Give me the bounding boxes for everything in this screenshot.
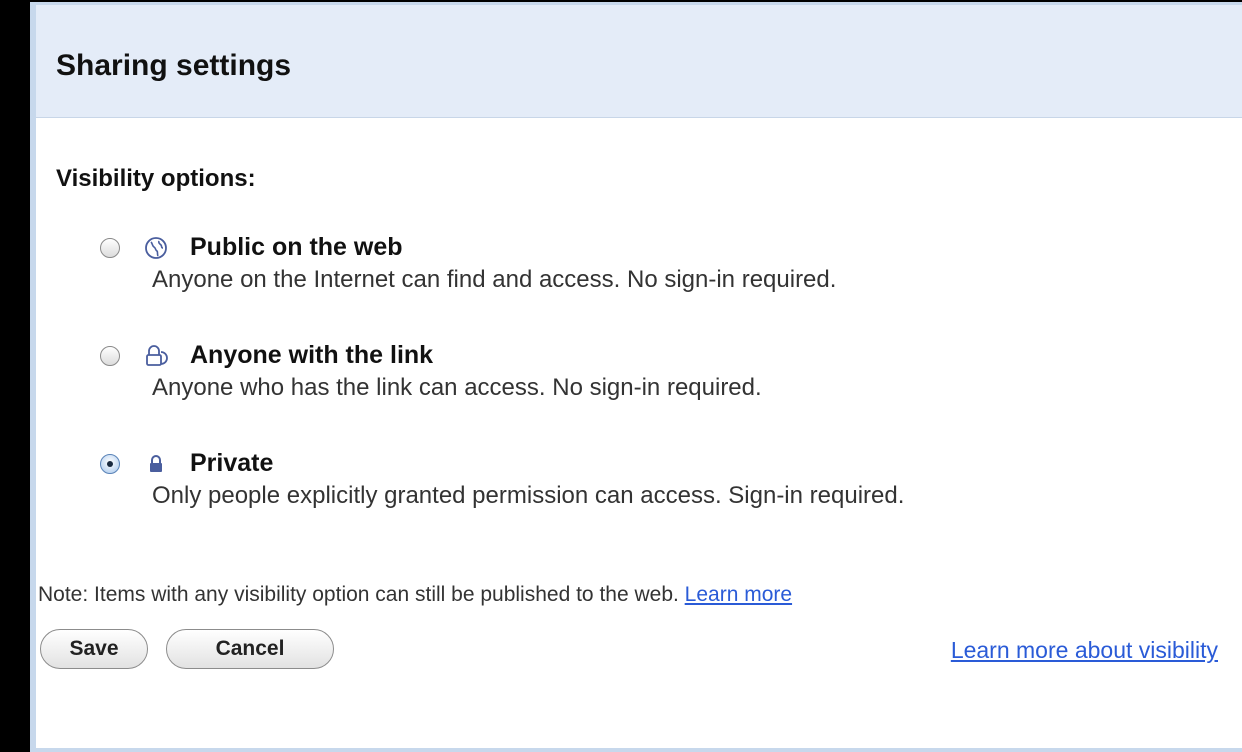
option-description: Anyone who has the link can access. No s…	[152, 374, 762, 401]
save-button[interactable]: Save	[40, 629, 148, 669]
radio-public-on-the-web[interactable]	[100, 238, 120, 258]
option-description: Only people explicitly granted permissio…	[152, 482, 905, 509]
option-label: Private	[190, 449, 274, 477]
globe-icon	[145, 237, 167, 259]
learn-more-link[interactable]: Learn more	[685, 583, 792, 606]
option-label: Anyone with the link	[190, 341, 434, 369]
option-private[interactable]: Private Only people explicitly granted p…	[100, 445, 1220, 525]
learn-more-about-visibility-link[interactable]: Learn more about visibility	[951, 637, 1218, 664]
sharing-settings-dialog: Sharing settings Visibility options: Pub…	[30, 2, 1242, 752]
option-label: Public on the web	[190, 233, 403, 261]
lock-icon	[150, 455, 162, 472]
option-description: Anyone on the Internet can find and acce…	[152, 266, 837, 293]
dialog-title: Sharing settings	[56, 49, 292, 82]
option-anyone-with-the-link[interactable]: Anyone with the link Anyone who has the …	[100, 337, 1220, 417]
visibility-options-label: Visibility options:	[56, 165, 256, 192]
note-text: Note: Items with any visibility option c…	[38, 583, 679, 606]
cancel-button[interactable]: Cancel	[166, 629, 334, 669]
dialog-title-bar: Sharing settings	[36, 5, 1242, 118]
radio-anyone-with-the-link[interactable]	[100, 346, 120, 366]
publish-note: Note: Items with any visibility option c…	[38, 583, 792, 607]
link-lock-icon	[146, 345, 168, 366]
radio-private[interactable]	[100, 454, 120, 474]
option-public-on-the-web[interactable]: Public on the web Anyone on the Internet…	[100, 229, 1220, 309]
